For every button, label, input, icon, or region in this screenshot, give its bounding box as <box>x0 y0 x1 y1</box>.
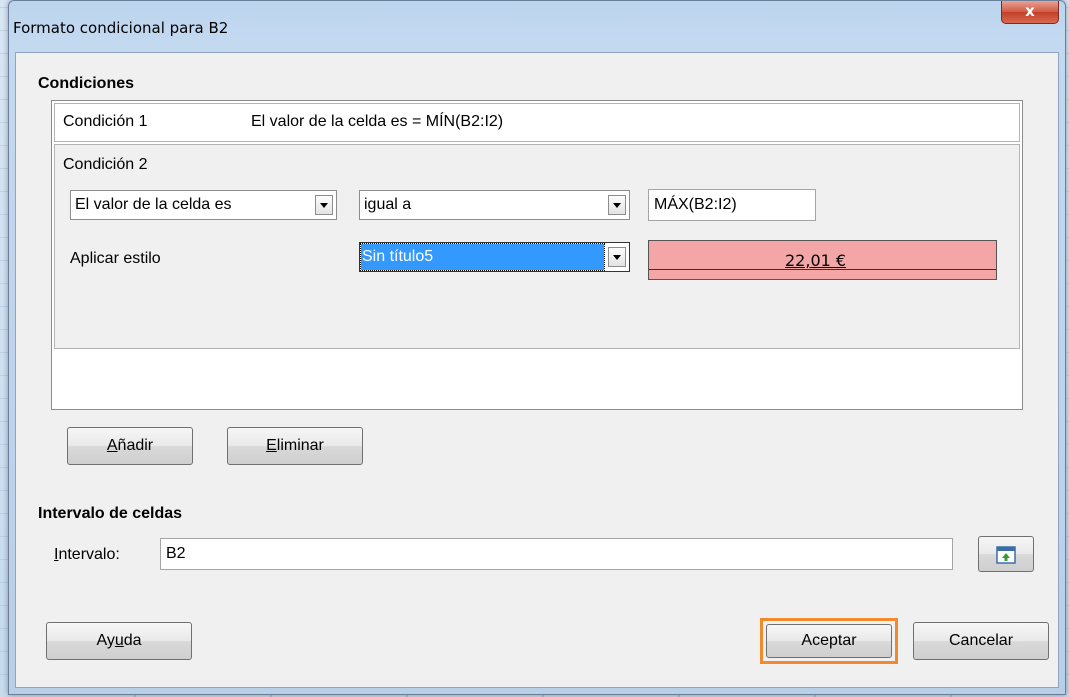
title-bar[interactable]: Formato condicional para B2 x <box>9 1 1065 51</box>
condition-type-select[interactable]: El valor de la celda es <box>70 190 337 220</box>
dialog-body: Condiciones Condición 1 El valor de la c… <box>15 52 1059 688</box>
dialog-title: Formato condicional para B2 <box>13 19 229 37</box>
chevron-down-icon[interactable] <box>608 247 626 267</box>
chevron-down-icon[interactable] <box>315 195 333 215</box>
remove-button[interactable]: Eliminar <box>227 427 363 465</box>
condition-2-label: Condición 2 <box>63 156 148 173</box>
add-button[interactable]: Añadir <box>67 427 193 465</box>
chevron-down-icon[interactable] <box>608 195 626 215</box>
range-value: B2 <box>166 545 186 562</box>
conditions-heading: Condiciones <box>38 75 135 92</box>
preview-text: 22,01 € <box>785 251 847 270</box>
condition-1-row[interactable]: Condición 1 El valor de la celda es = MÍ… <box>54 103 1020 142</box>
range-heading: Intervalo de celdas <box>38 505 183 522</box>
operator-value: igual a <box>364 196 412 213</box>
close-button[interactable]: x <box>1001 1 1059 24</box>
condition-1-summary: El valor de la celda es = MÍN(B2:I2) <box>251 113 504 130</box>
operator-select[interactable]: igual a <box>359 190 630 220</box>
condition-value-text: MÁX(B2:I2) <box>654 196 737 213</box>
close-icon: x <box>1025 2 1035 20</box>
shrink-range-button[interactable] <box>978 536 1034 572</box>
range-input[interactable]: B2 <box>160 538 953 570</box>
style-select[interactable]: Sin título5 <box>359 242 630 272</box>
cancel-button[interactable]: Cancelar <box>913 622 1049 660</box>
conditional-format-dialog: Formato condicional para B2 x Condicione… <box>8 0 1066 695</box>
condition-2-panel: Condición 2 El valor de la celda es igua… <box>54 144 1020 349</box>
style-value: Sin título5 <box>362 248 434 265</box>
conditions-list: Condición 1 El valor de la celda es = MÍ… <box>51 100 1023 410</box>
range-label: Intervalo: <box>54 546 120 563</box>
ok-button[interactable]: Aceptar <box>766 624 892 658</box>
condition-value-field[interactable]: MÁX(B2:I2) <box>648 189 816 221</box>
style-preview: 22,01 € <box>648 240 997 280</box>
shrink-range-icon <box>996 546 1016 564</box>
help-button[interactable]: Ayuda <box>46 622 192 660</box>
condition-1-label: Condición 1 <box>63 113 148 130</box>
condition-type-value: El valor de la celda es <box>75 196 232 213</box>
apply-style-label: Aplicar estilo <box>70 250 161 267</box>
